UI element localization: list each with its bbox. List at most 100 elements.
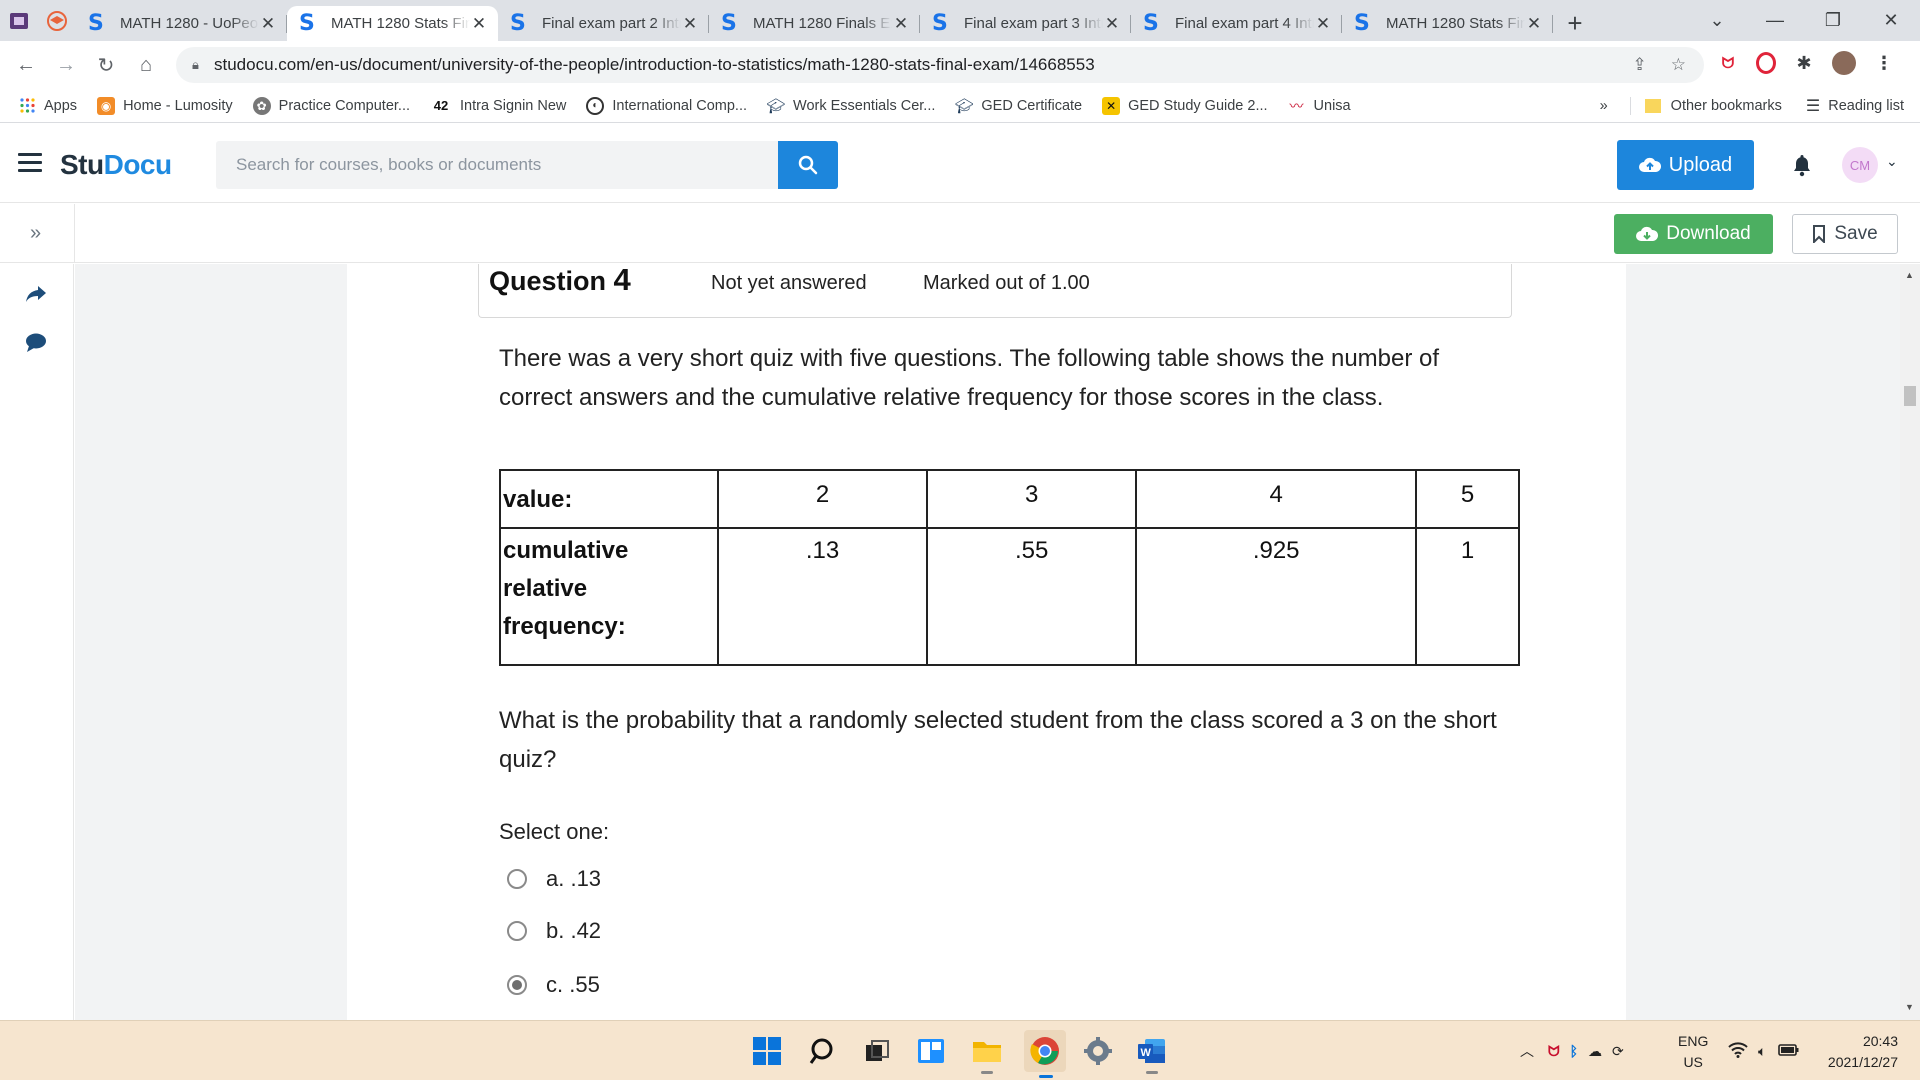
show-hidden-icons-chevron-icon[interactable]: ︿ (1520, 1041, 1534, 1061)
close-icon[interactable]: ✕ (892, 14, 910, 34)
bookmarks-bar: Apps ◉ Home - Lumosity ✿ Practice Comput… (0, 89, 1920, 123)
windows-taskbar: W ︿ ᗢ ᛒ ☁ ⟳ ENG US 🔈︎ 20:43 2021/12/27 (0, 1020, 1920, 1080)
scroll-up-icon[interactable]: ▲ (1905, 270, 1914, 280)
bookmark-label: Apps (44, 97, 78, 114)
language-indicator[interactable]: ENG US (1678, 1031, 1708, 1073)
word-icon[interactable]: W (1135, 1034, 1169, 1074)
bookmark-label: Unisa (1313, 97, 1351, 114)
bookmark-international-comp[interactable]: ◐ International Comp... (586, 96, 747, 115)
graduation-cap-icon: 🎓︎ (766, 97, 786, 115)
search-icon[interactable] (806, 1034, 840, 1068)
volume-icon[interactable]: 🔈︎ (1758, 1043, 1766, 1060)
pinned-tab-1[interactable] (0, 0, 38, 41)
widgets-icon[interactable] (914, 1034, 948, 1068)
share-arrow-icon[interactable] (24, 284, 48, 310)
download-button[interactable]: Download (1614, 214, 1773, 254)
chrome-icon[interactable] (1024, 1030, 1066, 1078)
radio-button[interactable] (507, 869, 527, 889)
menu-hamburger-icon[interactable] (18, 153, 42, 173)
intra-42-icon: 42 (433, 98, 449, 113)
bookmarks-overflow-icon[interactable]: » (1600, 98, 1608, 114)
close-icon[interactable]: ✕ (1103, 14, 1121, 34)
settings-gear-icon[interactable] (1081, 1034, 1115, 1068)
reading-list[interactable]: Reading list (1828, 98, 1904, 114)
home-icon[interactable]: ⌂ (126, 54, 166, 77)
save-button[interactable]: Save (1792, 214, 1898, 254)
share-icon[interactable]: ⇪ (1633, 55, 1647, 75)
bookmark-lumosity[interactable]: ◉ Home - Lumosity (97, 96, 233, 115)
mcafee-shield-icon[interactable]: ᗢ (1716, 51, 1740, 75)
table-cell: 4 (1135, 469, 1418, 529)
pinned-tab-2[interactable] (38, 0, 76, 41)
windows-start-icon[interactable] (750, 1034, 784, 1068)
close-icon[interactable]: ✕ (1525, 14, 1543, 34)
reload-icon[interactable]: ↻ (86, 53, 126, 78)
tab-2-active[interactable]: S MATH 1280 Stats Final ✕ (287, 6, 498, 41)
tab-7[interactable]: S MATH 1280 Stats Final ✕ (1342, 6, 1553, 41)
radio-button[interactable] (507, 921, 527, 941)
answer-option-b[interactable]: b. .42 (507, 918, 601, 944)
sync-icon[interactable]: ⟳ (1612, 1043, 1624, 1060)
bell-icon[interactable] (1791, 153, 1813, 183)
bookmark-ged-certificate[interactable]: 🎓︎ GED Certificate (955, 97, 1082, 115)
close-icon[interactable]: ✕ (681, 14, 699, 34)
tab-5[interactable]: S Final exam part 3 Intro ✕ (920, 6, 1131, 41)
bookmark-work-essentials[interactable]: 🎓︎ Work Essentials Cer... (766, 97, 936, 115)
bookmark-apps[interactable]: Apps (18, 97, 77, 115)
bookmark-practice-computer[interactable]: ✿ Practice Computer... (252, 96, 410, 115)
expand-sidebar-icon[interactable]: » (30, 222, 41, 245)
bookmark-icon (1813, 225, 1826, 243)
forward-icon[interactable]: → (46, 54, 86, 77)
close-icon[interactable]: ✕ (470, 14, 488, 34)
bookmark-intra-signin[interactable]: 42 Intra Signin New (430, 97, 567, 115)
bookmark-star-icon[interactable]: ☆ (1671, 55, 1686, 75)
close-icon[interactable]: ✕ (259, 14, 277, 34)
upload-button[interactable]: Upload (1617, 140, 1754, 190)
avatar[interactable]: CM (1842, 147, 1878, 183)
search-input[interactable]: Search for courses, books or documents (216, 141, 778, 189)
onedrive-cloud-icon[interactable]: ☁ (1588, 1043, 1602, 1060)
folder-icon (1644, 99, 1661, 113)
chevron-down-icon[interactable]: ⌄ (1886, 153, 1898, 170)
bookmark-unisa[interactable]: 〰 Unisa (1288, 97, 1351, 115)
task-view-icon[interactable] (860, 1034, 894, 1068)
lock-icon[interactable]: 🔒︎ (192, 57, 214, 73)
tab-3[interactable]: S Final exam part 2 Intro ✕ (498, 6, 709, 41)
minimize-icon[interactable]: — (1746, 10, 1804, 31)
scroll-thumb[interactable] (1904, 386, 1916, 406)
answer-option-a[interactable]: a. .13 (507, 866, 601, 892)
battery-icon[interactable] (1778, 1043, 1800, 1060)
comment-icon[interactable] (24, 332, 48, 360)
address-bar[interactable]: 🔒︎ studocu.com/en-us/document/university… (176, 47, 1704, 83)
other-bookmarks[interactable]: Other bookmarks (1671, 98, 1782, 114)
url-text[interactable]: studocu.com/en-us/document/university-of… (214, 55, 1095, 75)
tab-1[interactable]: S MATH 1280 - UoPeople ✕ (76, 6, 287, 41)
file-explorer-icon[interactable] (970, 1034, 1004, 1074)
new-tab-button[interactable]: + (1553, 6, 1597, 41)
close-window-icon[interactable]: ✕ (1862, 10, 1920, 31)
bookmark-label: Work Essentials Cer... (793, 97, 936, 114)
tab-search-chevron-icon[interactable]: ⌄ (1688, 10, 1746, 31)
radio-button-selected[interactable] (507, 975, 527, 995)
studocu-logo[interactable]: StuDocu (60, 149, 172, 181)
tab-4[interactable]: S MATH 1280 Finals Exam ✕ (709, 6, 920, 41)
bluetooth-icon[interactable]: ᛒ (1570, 1043, 1578, 1059)
search-button[interactable] (778, 141, 838, 189)
table-cell: .925 (1135, 527, 1418, 666)
extensions-puzzle-icon[interactable]: ✱ (1792, 51, 1816, 75)
restore-icon[interactable]: ❐ (1804, 10, 1862, 31)
page-scrollbar[interactable]: ▲ ▼ (1900, 264, 1920, 1020)
bookmark-ged-study-guide[interactable]: ✕ GED Study Guide 2... (1102, 96, 1268, 115)
back-icon[interactable]: ← (6, 54, 46, 77)
studocu-s-icon: S (932, 11, 948, 36)
scroll-down-icon[interactable]: ▼ (1905, 1002, 1914, 1012)
wifi-icon[interactable] (1728, 1041, 1748, 1061)
opera-red-icon[interactable] (1756, 52, 1776, 74)
clock[interactable]: 20:43 2021/12/27 (1828, 1031, 1898, 1073)
answer-option-c[interactable]: c. .55 (507, 972, 600, 998)
close-icon[interactable]: ✕ (1314, 14, 1332, 34)
tab-6[interactable]: S Final exam part 4 Intro ✕ (1131, 6, 1342, 41)
mcafee-tray-icon[interactable]: ᗢ (1548, 1043, 1560, 1060)
chrome-menu-icon[interactable]: ⋮ (1872, 51, 1896, 75)
profile-avatar-icon[interactable] (1832, 51, 1856, 75)
